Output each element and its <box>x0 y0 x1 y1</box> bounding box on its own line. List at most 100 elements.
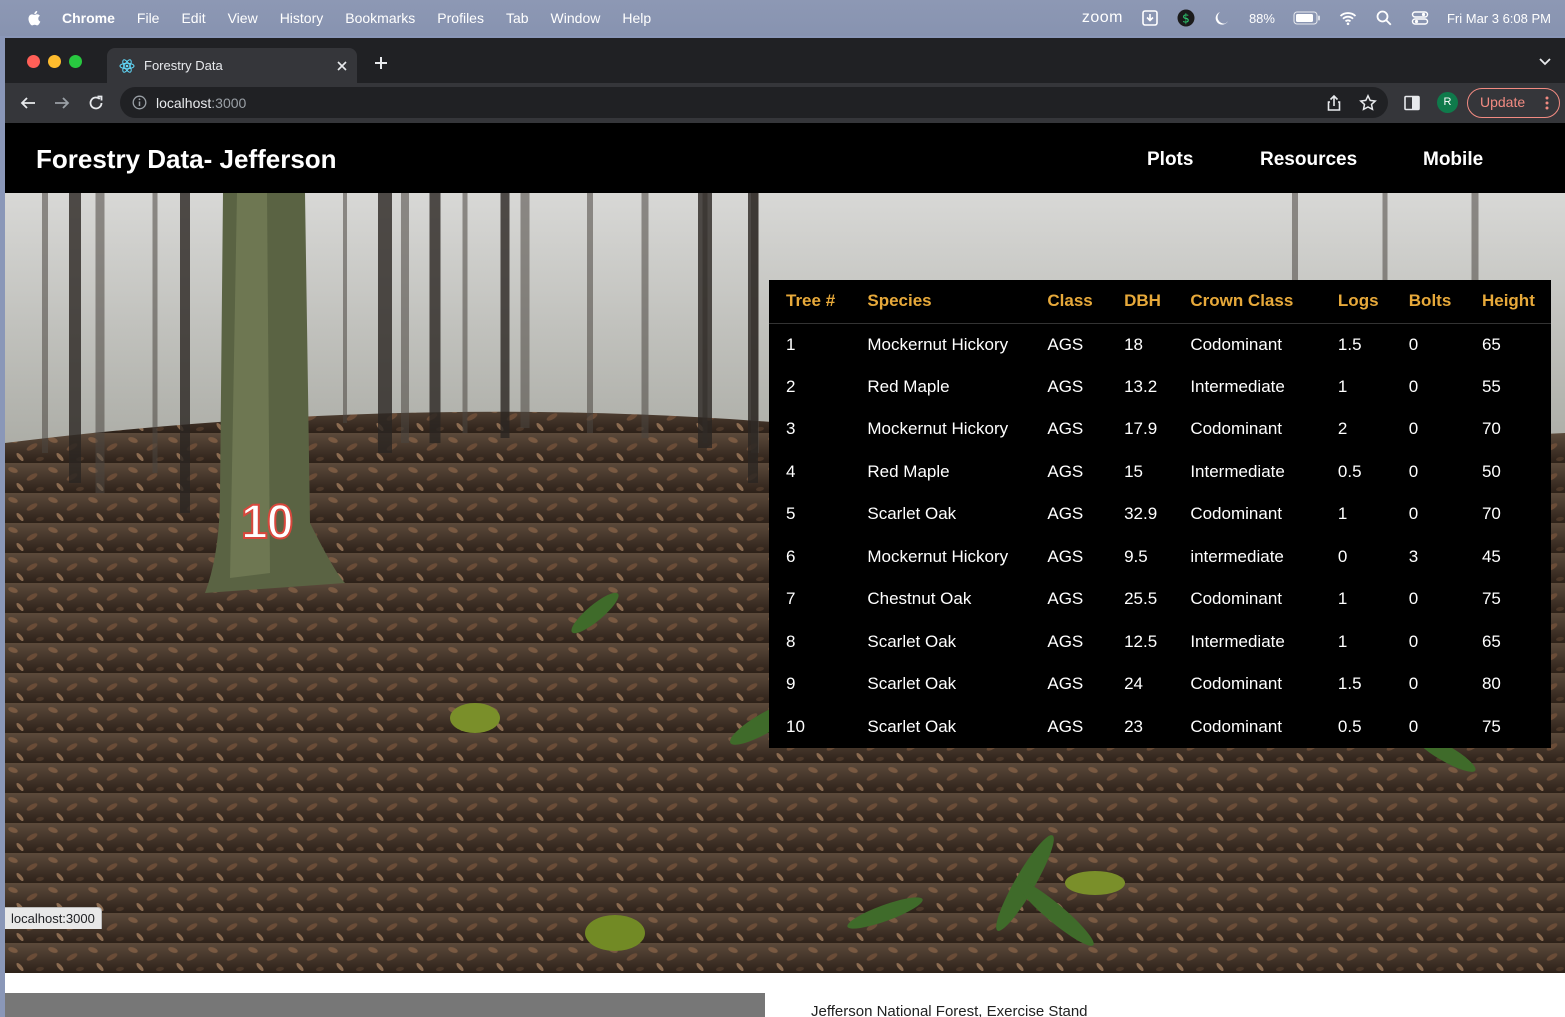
menu-bar-status-area: zoom $ 88% Fri Mar 3 6:08 PM <box>1082 0 1551 36</box>
cell-height: 65 <box>1481 631 1501 651</box>
menu-bar-clock[interactable]: Fri Mar 3 6:08 PM <box>1447 11 1551 26</box>
table-row: 3 Mockernut Hickory AGS 17.9 Codominant 2 0 70 <box>769 408 1551 451</box>
table-row: 2 Red Maple AGS 13.2 Intermediate 1 0 55 <box>769 366 1551 409</box>
cell-class: AGS <box>1047 334 1084 354</box>
cell-dbh: 12.5 <box>1124 631 1158 651</box>
col-header-height: Height <box>1464 280 1551 324</box>
cell-logs: 1 <box>1337 631 1348 651</box>
cell-species: Scarlet Oak <box>867 631 957 651</box>
menu-app-name[interactable]: Chrome <box>62 10 115 26</box>
zoom-window-button[interactable] <box>69 55 82 68</box>
download-icon[interactable] <box>1141 9 1159 27</box>
menu-tab[interactable]: Tab <box>506 10 529 26</box>
address-bar[interactable]: localhost:3000 <box>120 87 1388 118</box>
cell-logs: 1.5 <box>1337 674 1362 694</box>
cell-height: 50 <box>1481 461 1501 481</box>
cell-dbh: 13.2 <box>1124 376 1158 396</box>
cell-species: Mockernut Hickory <box>867 334 1009 354</box>
cell-height: 80 <box>1481 674 1501 694</box>
cell-height: 65 <box>1481 334 1501 354</box>
site-brand-title[interactable]: Forestry Data- Jefferson <box>36 144 337 175</box>
cell-logs: 1 <box>1337 589 1348 609</box>
cell-crown-class: Codominant <box>1190 419 1282 439</box>
nav-link-plots[interactable]: Plots <box>1147 149 1193 171</box>
tab-title: Forestry Data <box>144 58 223 73</box>
col-header-dbh: DBH <box>1107 280 1174 324</box>
battery-icon[interactable] <box>1293 11 1321 25</box>
cell-height: 45 <box>1481 546 1501 566</box>
close-window-button[interactable] <box>27 55 40 68</box>
menu-window[interactable]: Window <box>551 10 601 26</box>
cell-species: Scarlet Oak <box>867 504 957 524</box>
cell-class: AGS <box>1047 419 1084 439</box>
cell-height: 75 <box>1481 716 1501 736</box>
cell-logs: 1 <box>1337 504 1348 524</box>
side-panel-icon[interactable] <box>1403 94 1421 112</box>
table-row: 4 Red Maple AGS 15 Intermediate 0.5 0 50 <box>769 451 1551 494</box>
cell-logs: 0 <box>1337 546 1348 566</box>
table-row: 10 Scarlet Oak AGS 23 Codominant 0.5 0 75 <box>769 706 1551 749</box>
forward-arrow-icon[interactable] <box>53 94 71 112</box>
profile-avatar[interactable]: R <box>1437 92 1458 113</box>
close-tab-icon[interactable] <box>335 59 349 73</box>
battery-percent: 88% <box>1248 10 1275 26</box>
apple-logo-icon[interactable] <box>26 9 44 27</box>
cell-species: Mockernut Hickory <box>867 546 1009 566</box>
cell-dbh: 17.9 <box>1124 419 1158 439</box>
cell-dbh: 32.9 <box>1124 504 1158 524</box>
cell-crown-class: Codominant <box>1190 504 1282 524</box>
nav-link-resources[interactable]: Resources <box>1260 149 1357 171</box>
stand-caption: Jefferson National Forest, Exercise Stan… <box>811 1003 1088 1017</box>
menu-file[interactable]: File <box>137 10 160 26</box>
back-arrow-icon[interactable] <box>19 94 37 112</box>
cell-class: AGS <box>1047 631 1084 651</box>
cell-height: 75 <box>1481 589 1501 609</box>
share-icon[interactable] <box>1325 94 1343 112</box>
cell-logs: 2 <box>1337 419 1348 439</box>
menu-bookmarks[interactable]: Bookmarks <box>345 10 415 26</box>
cell-tree-number: 4 <box>786 461 796 481</box>
more-vertical-icon <box>1545 96 1549 110</box>
cell-bolts: 0 <box>1408 334 1419 354</box>
update-button[interactable]: Update <box>1467 88 1560 118</box>
tree-number-marker[interactable]: 10 <box>240 495 294 550</box>
cell-class: AGS <box>1047 376 1084 396</box>
cell-logs: 0.5 <box>1337 461 1362 481</box>
tab-search-chevron-down-icon[interactable] <box>1539 58 1551 66</box>
table-row: 5 Scarlet Oak AGS 32.9 Codominant 1 0 70 <box>769 493 1551 536</box>
moon-icon[interactable] <box>1213 9 1231 27</box>
menu-view[interactable]: View <box>228 10 258 26</box>
menu-help[interactable]: Help <box>622 10 651 26</box>
menu-edit[interactable]: Edit <box>181 10 205 26</box>
cell-height: 55 <box>1481 376 1501 396</box>
cell-class: AGS <box>1047 674 1084 694</box>
dollar-app-icon[interactable]: $ <box>1177 9 1195 27</box>
col-header-bolts: Bolts <box>1391 280 1465 324</box>
cell-species: Chestnut Oak <box>867 589 972 609</box>
site-navbar: Forestry Data- Jefferson Plots Resources… <box>5 123 1565 193</box>
wifi-icon[interactable] <box>1339 9 1357 27</box>
new-tab-plus-icon[interactable] <box>373 55 389 71</box>
cell-bolts: 0 <box>1408 716 1419 736</box>
cell-dbh: 23 <box>1124 716 1144 736</box>
forest-360-panorama[interactable]: 10 Tree # Species Class DBH Crown Class … <box>5 193 1565 973</box>
address-url[interactable]: localhost:3000 <box>156 95 246 111</box>
spotlight-search-icon[interactable] <box>1375 9 1393 27</box>
cell-class: AGS <box>1047 461 1084 481</box>
zoom-status-item[interactable]: zoom <box>1082 9 1123 27</box>
update-button-label: Update <box>1480 94 1526 110</box>
bookmark-star-icon[interactable] <box>1359 94 1377 112</box>
minimize-window-button[interactable] <box>48 55 61 68</box>
table-header-row: Tree # Species Class DBH Crown Class Log… <box>769 280 1551 324</box>
control-center-icon[interactable] <box>1411 9 1429 27</box>
table-row: 8 Scarlet Oak AGS 12.5 Intermediate 1 0 65 <box>769 621 1551 664</box>
reload-icon[interactable] <box>87 94 105 112</box>
browser-toolbar: localhost:3000 R Update <box>5 83 1565 123</box>
menu-history[interactable]: History <box>280 10 324 26</box>
nav-link-mobile[interactable]: Mobile <box>1423 149 1483 171</box>
video-player-bar[interactable] <box>5 993 765 1017</box>
browser-tab-active[interactable]: Forestry Data <box>107 48 357 83</box>
cell-dbh: 25.5 <box>1124 589 1158 609</box>
menu-profiles[interactable]: Profiles <box>437 10 484 26</box>
site-info-icon[interactable] <box>132 95 147 110</box>
